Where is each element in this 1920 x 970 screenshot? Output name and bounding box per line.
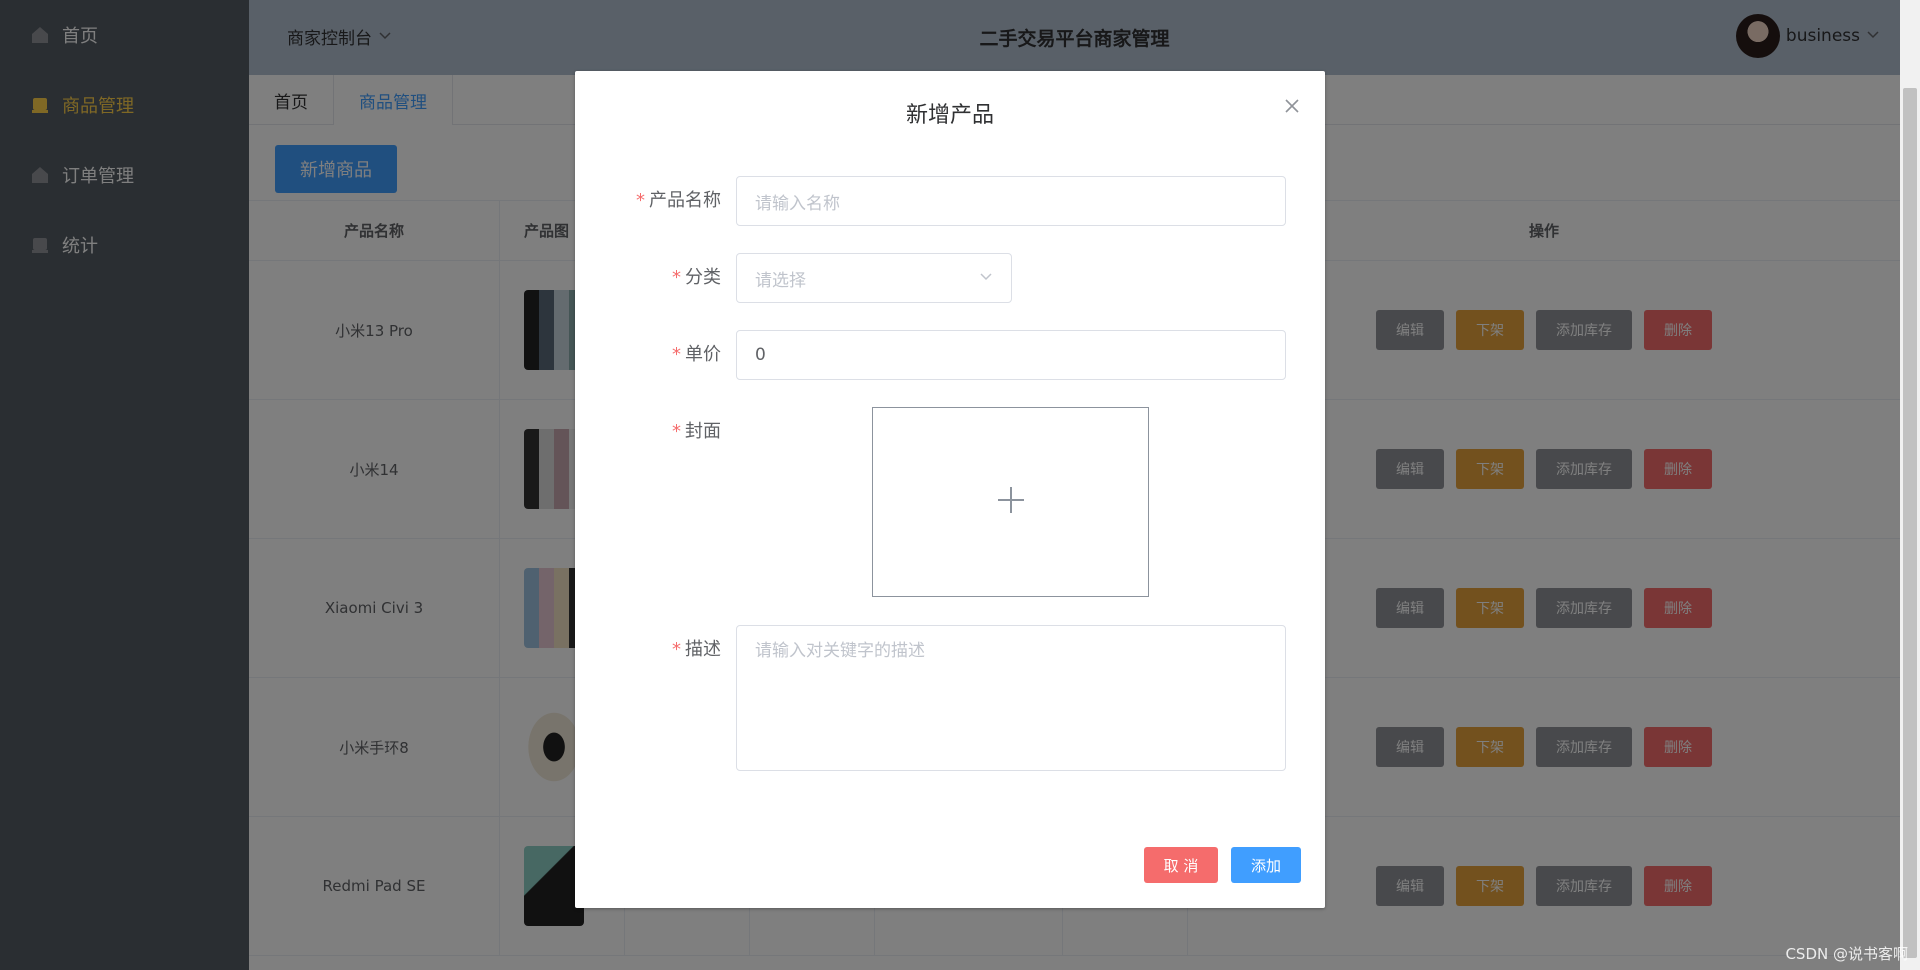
plus-icon (995, 484, 1027, 520)
scrollbar-thumb[interactable] (1903, 88, 1917, 958)
cover-upload[interactable] (872, 407, 1149, 597)
dialog-title: 新增产品 (905, 103, 994, 128)
price-input[interactable]: 0 (736, 330, 1286, 380)
scrollbar[interactable] (1900, 0, 1920, 970)
cover-label: 封面 (685, 421, 721, 442)
desc-label: 描述 (685, 639, 721, 660)
add-product-dialog: 新增产品 * 产品名称 请输入名称 * 分类 请选择 * 单价 0 * 封面 * 描述 请… (575, 71, 1325, 908)
form-row-cover: * 封面 (575, 407, 1149, 597)
description-textarea[interactable]: 请输入对关键字的描述 (736, 625, 1286, 771)
category-label: 分类 (685, 267, 721, 288)
form-row-desc: * 描述 请输入对关键字的描述 (575, 625, 1286, 771)
price-label: 单价 (685, 344, 721, 365)
form-row-price: * 单价 0 (575, 330, 1286, 380)
form-row-name: * 产品名称 请输入名称 (575, 176, 1286, 226)
product-name-input[interactable]: 请输入名称 (736, 176, 1286, 226)
add-button[interactable]: 添加 (1231, 847, 1301, 883)
close-icon[interactable] (1281, 95, 1303, 117)
name-label: 产品名称 (649, 190, 721, 211)
cancel-button[interactable]: 取 消 (1144, 847, 1218, 883)
watermark: CSDN @说书客啊 (1785, 945, 1908, 963)
chevron-down-icon (979, 268, 993, 288)
category-select[interactable]: 请选择 (736, 253, 1012, 303)
form-row-category: * 分类 请选择 (575, 253, 1012, 303)
category-placeholder: 请选择 (755, 270, 806, 291)
